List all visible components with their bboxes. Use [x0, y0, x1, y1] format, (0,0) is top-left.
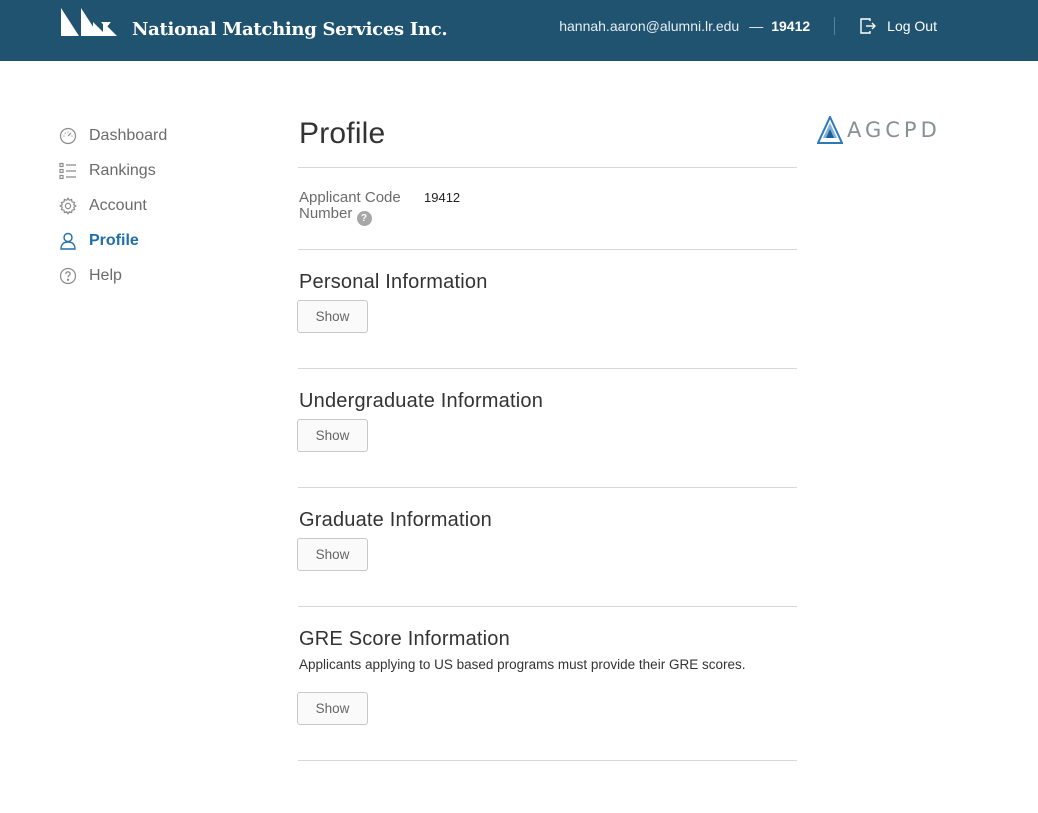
list-icon — [59, 162, 76, 179]
sidebar-item-label: Rankings — [89, 161, 156, 179]
sidebar-item-label: Profile — [89, 231, 139, 249]
agcpd-mark-icon — [817, 116, 843, 144]
sidebar-item-label: Dashboard — [89, 126, 168, 144]
applicant-code-value: 19412 — [424, 190, 461, 205]
applicant-code-label-text: Applicant Code Number — [299, 189, 401, 222]
section-undergraduate-information: Undergraduate Information Show — [297, 369, 797, 487]
section-title: Undergraduate Information — [299, 390, 544, 412]
show-graduate-information-button[interactable]: Show — [297, 538, 368, 571]
dashboard-icon — [59, 127, 77, 144]
show-personal-information-button[interactable]: Show — [297, 300, 368, 333]
user-icon — [60, 232, 76, 250]
brand-name: National Matching Services Inc. — [132, 18, 448, 40]
show-undergraduate-information-button[interactable]: Show — [297, 419, 368, 452]
section-personal-information: Personal Information Show — [297, 250, 797, 368]
section-title: Graduate Information — [299, 509, 492, 531]
logout-button[interactable]: Log Out — [859, 17, 937, 35]
sidebar-item-dashboard[interactable]: Dashboard — [59, 118, 259, 153]
applicant-code-row: Applicant Code Number ? 19412 — [298, 168, 797, 249]
top-header: National Matching Services Inc. hannah.a… — [0, 0, 1038, 61]
divider — [298, 760, 797, 761]
sidebar-item-label: Help — [89, 266, 122, 284]
user-separator: — — [749, 18, 764, 34]
user-area: hannah.aaron@alumni.lr.edu — 19412 Log O… — [559, 16, 937, 36]
page-title: Profile — [299, 117, 386, 150]
applicant-code-label: Applicant Code Number ? — [299, 190, 424, 249]
section-title: GRE Score Information — [299, 628, 510, 650]
brand-home-link[interactable]: National Matching Services Inc. — [61, 8, 448, 40]
sidebar-item-rankings[interactable]: Rankings — [59, 153, 259, 188]
user-code: 19412 — [771, 18, 811, 34]
gear-icon — [59, 196, 77, 215]
logout-label: Log Out — [887, 18, 937, 34]
agcpd-logo: AGCPD — [817, 116, 941, 144]
agcpd-wordmark: AGCPD — [847, 118, 941, 142]
section-graduate-information: Graduate Information Show — [297, 488, 797, 606]
section-gre-score-information: GRE Score Information Applicants applyin… — [297, 607, 797, 760]
section-title: Personal Information — [299, 271, 488, 293]
question-icon — [59, 267, 77, 284]
sidebar-nav: Dashboard Rankings Account Profile Help — [59, 118, 259, 293]
sidebar-item-label: Account — [89, 196, 147, 214]
help-tooltip-icon[interactable]: ? — [356, 211, 372, 226]
gre-note: Applicants applying to US based programs… — [299, 657, 746, 672]
sidebar-item-account[interactable]: Account — [59, 188, 259, 223]
sidebar-item-help[interactable]: Help — [59, 258, 259, 293]
show-gre-score-information-button[interactable]: Show — [297, 692, 368, 725]
logout-icon — [860, 18, 877, 34]
main-content: Profile Applicant Code Number ? 19412 Pe… — [297, 105, 797, 761]
user-email: hannah.aaron@alumni.lr.edu — [559, 18, 740, 34]
header-divider — [834, 17, 836, 35]
nms-logo-icon — [61, 8, 117, 36]
sidebar-item-profile[interactable]: Profile — [59, 223, 259, 258]
